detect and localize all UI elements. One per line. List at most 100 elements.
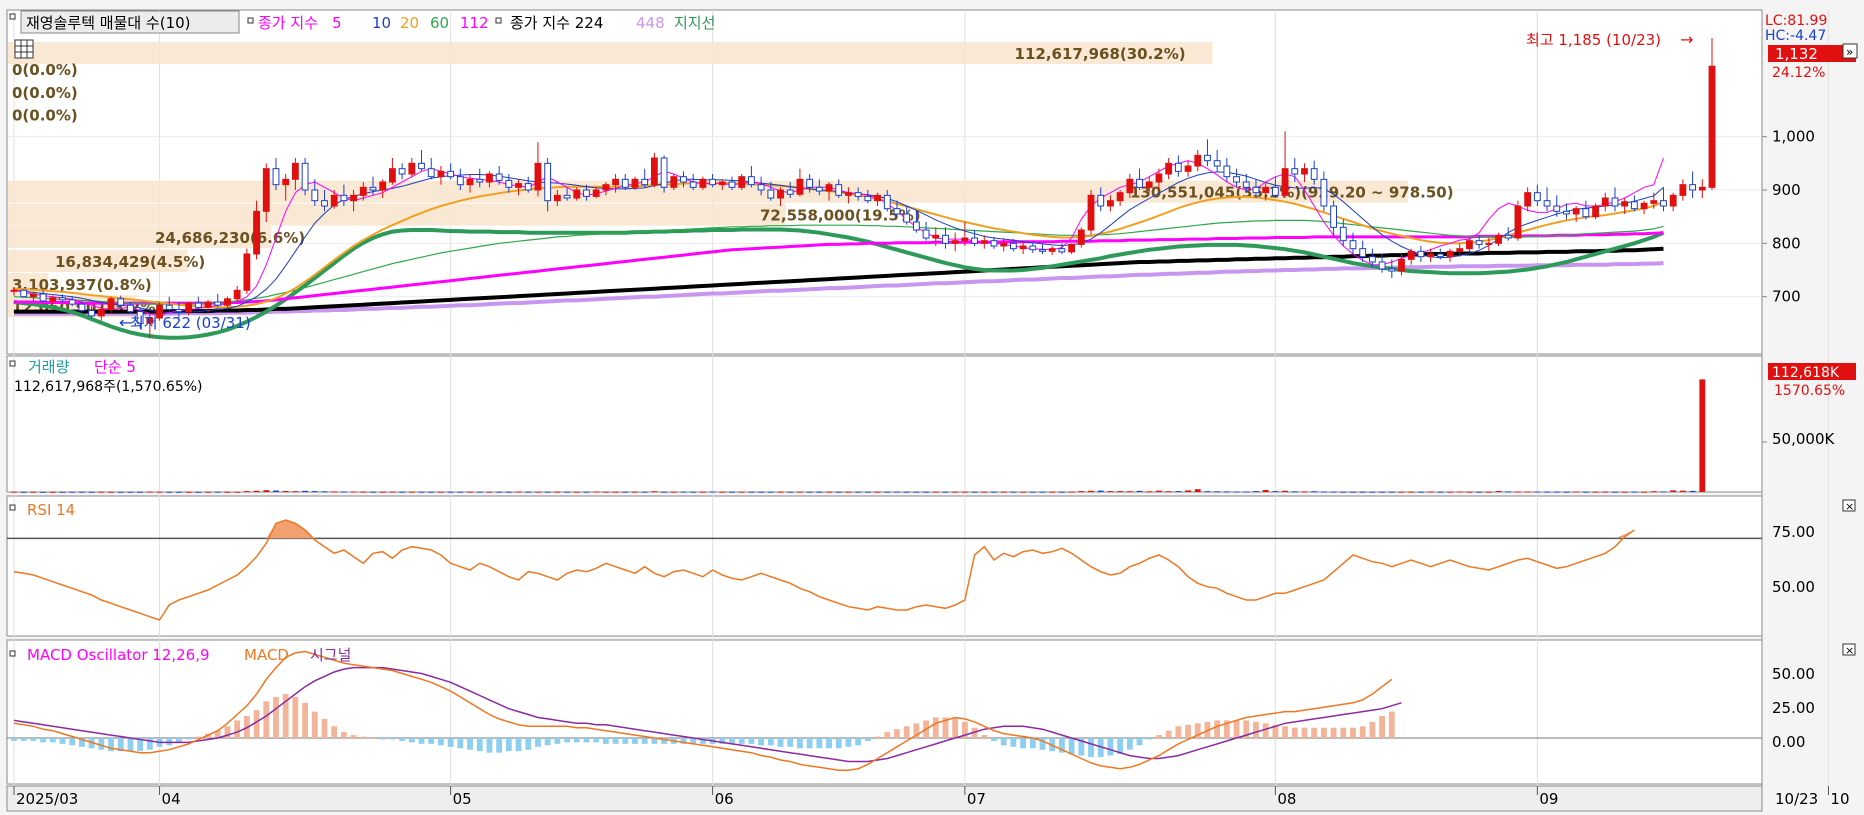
volume-bar — [1000, 491, 1007, 493]
legend-ma224-icon — [495, 17, 502, 24]
candle-body — [922, 229, 930, 239]
stock-chart[interactable]: 112,617,968(30.2%) 0(0.0%) 0(0.0%) 0(0.0%) 1… — [0, 0, 1864, 815]
volume-bar — [1544, 491, 1550, 493]
volume-bar — [1262, 490, 1269, 492]
macd-oscillator-bar — [360, 736, 367, 738]
rsi-close-icon[interactable]: × — [1842, 499, 1856, 513]
candle-body — [88, 310, 96, 317]
macd-oscillator-bar — [1330, 727, 1337, 738]
candle-body — [1223, 165, 1231, 178]
candle-body — [1184, 165, 1192, 172]
candle-body — [233, 289, 241, 300]
volume-bar — [670, 491, 677, 493]
volume-bar — [1612, 491, 1618, 493]
candle-body — [1155, 173, 1163, 183]
volume-bar — [1505, 491, 1512, 493]
macd-oscillator-bar — [544, 738, 551, 746]
candle-body — [1097, 194, 1105, 207]
candle-body — [1281, 168, 1289, 196]
volume-bar — [1311, 491, 1318, 493]
macd-oscillator-bar — [903, 726, 910, 738]
candle-body — [1233, 176, 1240, 183]
volume-bar — [787, 491, 794, 493]
macd-oscillator-bar — [1388, 711, 1395, 738]
candle-body — [815, 186, 823, 192]
volume-bar — [243, 491, 250, 493]
candle-body — [1330, 205, 1337, 228]
candle-body — [912, 221, 920, 231]
volume-bar — [612, 491, 619, 493]
profile-label: 24,686,230(6.6%) — [155, 229, 305, 247]
candle-body — [1495, 234, 1502, 244]
volume-title: 거래량 — [28, 358, 70, 376]
volume-bar — [340, 491, 347, 493]
volume-bar — [40, 491, 47, 493]
profile-label: 0(0.0%) — [12, 106, 78, 124]
candle-body — [311, 189, 319, 202]
volume-bar — [166, 491, 173, 493]
macd-oscillator-bar — [1175, 726, 1182, 738]
volume-bar — [292, 491, 299, 493]
macd-label: MACD — [244, 646, 289, 664]
volume-bar — [767, 491, 774, 493]
volume-bar — [1194, 489, 1201, 492]
volume-bar — [408, 491, 415, 493]
candle-body — [1388, 268, 1396, 272]
volume-bar — [98, 491, 105, 493]
candle-body — [1650, 200, 1658, 204]
candle-body — [204, 301, 212, 308]
volume-bar — [59, 491, 66, 493]
volume-bar — [1437, 491, 1444, 493]
macd-oscillator-bar — [1088, 738, 1094, 758]
table-icon[interactable] — [14, 39, 34, 59]
volume-current: 112,618K — [1772, 365, 1840, 381]
candle-body — [592, 189, 600, 197]
volume-ma-label: 단순 5 — [94, 358, 136, 376]
candle-body — [1514, 205, 1522, 239]
candle-body — [1679, 184, 1687, 196]
volume-bar — [1689, 490, 1696, 492]
hc-label: HC:-4.47 — [1765, 28, 1826, 44]
macd-oscillator-bar — [797, 738, 803, 749]
macd-oscillator-bar — [641, 738, 648, 744]
macd-axis-0: 0.00 — [1772, 733, 1805, 751]
candle-body — [854, 192, 862, 197]
volume-bar — [1350, 491, 1356, 493]
price-axis-label: 800 — [1772, 234, 1801, 252]
volume-bar — [379, 491, 386, 493]
macd-oscillator-bar — [758, 738, 765, 746]
volume-bar — [253, 490, 260, 492]
candle-body — [602, 184, 610, 191]
candle-body — [262, 168, 270, 212]
volume-bar — [1447, 491, 1453, 493]
candle-body — [883, 194, 891, 210]
collapse-icon[interactable]: » — [1842, 43, 1858, 59]
candle-body — [563, 194, 571, 199]
macd-oscillator-bar — [350, 735, 357, 738]
macd-oscillator-bar — [399, 738, 406, 741]
volume-bar — [1068, 491, 1075, 493]
macd-oscillator-bar — [515, 738, 522, 752]
volume-bar — [1136, 490, 1143, 492]
macd-axis-25: 25.00 — [1772, 699, 1815, 717]
volume-bar — [777, 491, 784, 493]
profile-label: 130,551,045(35.1%)(929.20 ~ 978.50) — [1130, 184, 1454, 202]
candle-body — [767, 189, 775, 199]
candle-body — [932, 234, 940, 239]
volume-bar — [108, 491, 114, 493]
candle-body — [291, 162, 299, 180]
volume-bar — [447, 491, 454, 493]
candle-body — [272, 168, 280, 186]
volume-bar — [263, 490, 270, 492]
svg-text:»: » — [1846, 45, 1853, 59]
candle-body — [1252, 186, 1260, 194]
candle-body — [185, 302, 193, 313]
macd-close-icon[interactable]: × — [1842, 643, 1856, 657]
volume-bar — [224, 491, 231, 493]
price-axis-label: 1,000 — [1772, 128, 1815, 146]
macd-oscillator-bar — [535, 738, 541, 747]
volume-bar — [1330, 491, 1337, 493]
candle-body — [194, 302, 202, 308]
volume-bar — [515, 491, 522, 493]
macd-oscillator-bar — [370, 738, 376, 739]
